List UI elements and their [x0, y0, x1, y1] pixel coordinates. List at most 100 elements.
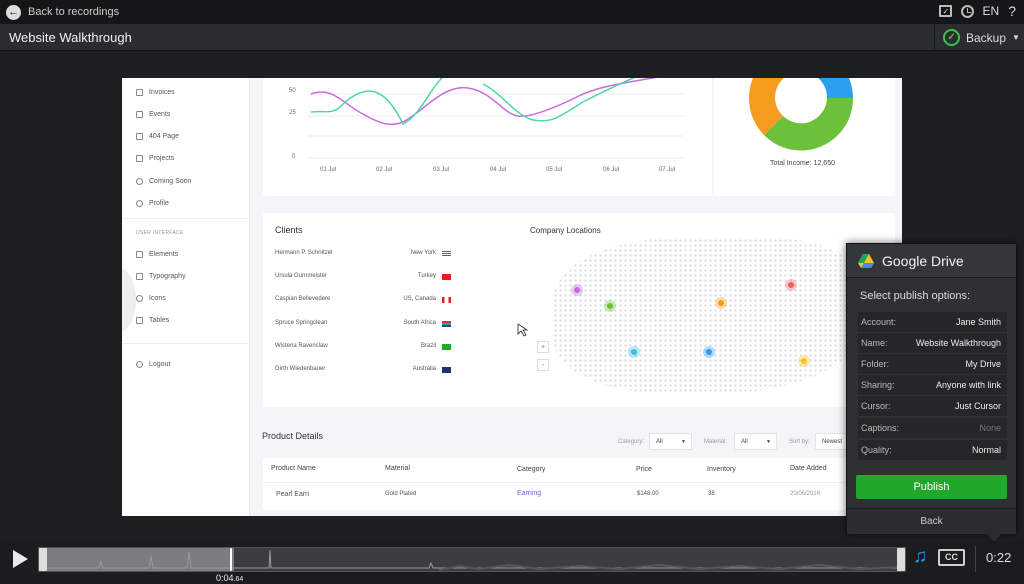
publish-button[interactable]: Publish	[856, 475, 1007, 499]
music-icon[interactable]: ♫	[913, 546, 927, 568]
map-zoom-in-button: +	[537, 341, 549, 353]
sidebar-item-events: Events	[136, 111, 170, 118]
x-tick: 06 Jul	[603, 167, 620, 173]
folder-icon	[136, 155, 143, 162]
captions-button[interactable]: CC	[938, 549, 965, 566]
sidebar-divider	[122, 218, 250, 219]
category-filter-select: All ▼	[649, 433, 692, 450]
line-chart-card: 50 25 0 01 Jul 02 Jul 03 Jul 04 Jul 05 J…	[263, 78, 895, 196]
sidebar-item-projects: Projects	[136, 155, 174, 162]
clock-icon	[136, 178, 143, 185]
tasks-icon[interactable]: ✓	[938, 5, 952, 17]
chevron-down-icon: ▼	[1012, 33, 1020, 42]
donut-total-label: Total Income: 12,650	[770, 160, 835, 167]
series-b-line	[310, 78, 636, 126]
x-tick: 04 Jul	[490, 167, 507, 173]
audio-waveform	[39, 549, 905, 571]
history-icon[interactable]	[960, 4, 974, 18]
chevron-down-icon: ▼	[681, 439, 686, 445]
typography-icon	[136, 273, 143, 280]
sidebar-item-404: 404 Page	[136, 133, 179, 140]
y-tick: 0	[292, 154, 296, 160]
user-icon	[136, 200, 143, 207]
column-header: Inventory	[707, 466, 736, 473]
table-cell: $148.00	[637, 491, 659, 497]
location-markers	[517, 279, 810, 367]
check-circle-icon: ✓	[943, 29, 960, 46]
sidebar-item-coming-soon: Coming Soon	[136, 178, 191, 185]
option-account[interactable]: Account: Jane Smith	[858, 312, 1007, 332]
scroll-thumb	[122, 268, 136, 332]
timeline-track[interactable]	[38, 547, 906, 572]
back-button[interactable]: Back	[847, 508, 1016, 534]
backup-label: Backup	[966, 30, 1007, 45]
divider	[975, 546, 976, 572]
calendar-icon	[136, 111, 143, 118]
table-cell: 20/06/2016	[790, 491, 821, 497]
clients-card: Clients Hermann P. Schnitzel New York Urs…	[263, 213, 895, 407]
table-cell: Earning	[517, 490, 542, 497]
donut-chart	[748, 78, 854, 151]
sidebar-item-profile: Profile	[136, 200, 169, 207]
sidebar-item-typography: Typography	[136, 273, 186, 280]
map-zoom-out-button: -	[537, 359, 549, 371]
products-table: Product Name Material Category Price Inv…	[263, 458, 895, 510]
elements-icon	[136, 251, 143, 258]
column-header: Material	[385, 465, 410, 472]
recording-title: Website Walkthrough	[9, 29, 132, 45]
option-sharing[interactable]: Sharing: Anyone with link	[858, 375, 1007, 395]
video-frame: Invoices Events 404 Page Projects Coming…	[122, 78, 902, 516]
trim-start-handle[interactable]	[39, 548, 47, 571]
mouse-cursor-icon	[517, 323, 529, 337]
play-icon[interactable]	[13, 550, 28, 568]
option-captions[interactable]: Captions: None	[858, 418, 1007, 438]
sidebar-item-tables: Tables	[136, 317, 169, 324]
back-to-recordings-button[interactable]: ← Back to recordings	[6, 4, 120, 20]
category-filter-label: Category:	[618, 439, 645, 445]
player-controls: 0:04.64 ♫ CC 0:22	[0, 541, 1024, 584]
title-bar: Website Walkthrough ✓ Backup ▼	[0, 24, 1024, 51]
chevron-down-icon: ▼	[766, 439, 771, 445]
trim-end-handle[interactable]	[897, 548, 905, 571]
table-cell: 38	[708, 491, 715, 497]
language-selector[interactable]: EN	[983, 4, 1000, 18]
sidebar-item-icons: Icons	[136, 295, 166, 302]
top-bar: ← Back to recordings ✓ EN ?	[0, 0, 1024, 24]
y-tick: 25	[289, 110, 296, 116]
option-cursor[interactable]: Cursor: Just Cursor	[858, 396, 1007, 416]
x-tick: 03 Jul	[433, 167, 450, 173]
total-duration: 0:22	[986, 550, 1012, 565]
table-icon	[136, 317, 143, 324]
table-cell: Gold Plated	[385, 491, 417, 497]
back-label: Back to recordings	[28, 6, 120, 18]
google-drive-panel: Google Drive Select publish options: Acc…	[846, 243, 1017, 534]
google-drive-title: Google Drive	[882, 252, 964, 269]
help-icon[interactable]: ?	[1008, 3, 1016, 19]
google-drive-header: Google Drive	[847, 244, 1016, 278]
power-icon	[136, 361, 143, 368]
column-header: Price	[636, 466, 652, 473]
sidebar-section-title: USER INTERFACE	[136, 230, 184, 236]
series-a-line	[310, 78, 657, 126]
y-tick: 50	[289, 88, 296, 94]
option-quality[interactable]: Quality: Normal	[858, 440, 1007, 460]
products-title: Product Details	[262, 431, 324, 441]
publish-options-subtitle: Select publish options:	[860, 290, 971, 302]
option-name[interactable]: Name: Website Walkthrough	[858, 333, 1007, 353]
backup-button[interactable]: ✓ Backup ▼	[934, 24, 1024, 51]
x-tick: 01 Jul	[320, 167, 337, 173]
sidebar-item-invoices: Invoices	[136, 89, 175, 96]
column-header: Date Added	[790, 465, 827, 472]
sidebar-item-logout: Logout	[136, 361, 170, 368]
x-tick: 07 Jul	[659, 167, 676, 173]
playhead[interactable]	[230, 548, 232, 571]
option-folder[interactable]: Folder: My Drive	[858, 354, 1007, 374]
sidebar-item-elements: Elements	[136, 251, 178, 258]
line-chart	[308, 78, 854, 196]
material-filter-select: All ▼	[734, 433, 777, 450]
column-header: Product Name	[271, 465, 316, 472]
x-tick: 05 Jul	[546, 167, 563, 173]
dashboard-sidebar: Invoices Events 404 Page Projects Coming…	[122, 78, 250, 516]
material-filter-label: Material:	[704, 439, 728, 445]
icons-icon	[136, 295, 143, 302]
